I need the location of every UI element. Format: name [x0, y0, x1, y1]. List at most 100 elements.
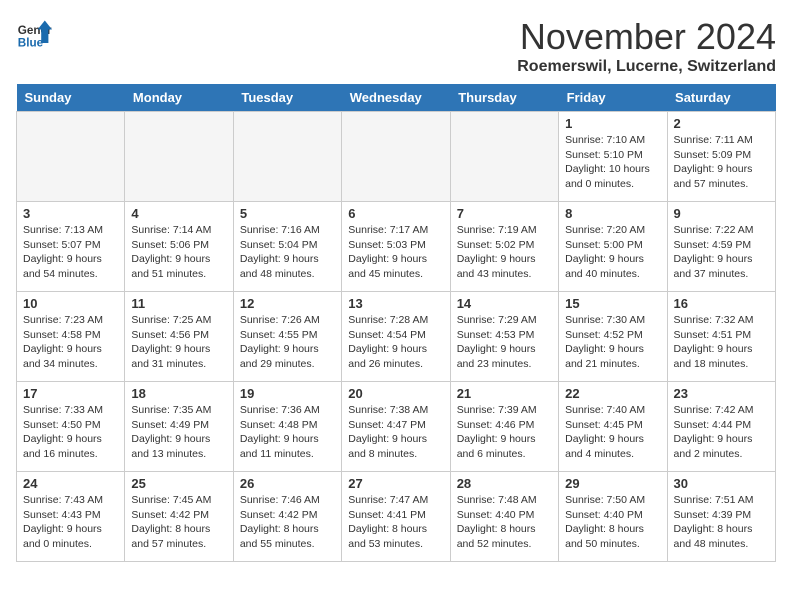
day-info: Sunrise: 7:45 AM Sunset: 4:42 PM Dayligh…	[131, 493, 226, 552]
day-number: 24	[23, 476, 118, 491]
day-number: 6	[348, 206, 443, 221]
day-info: Sunrise: 7:11 AM Sunset: 5:09 PM Dayligh…	[674, 133, 769, 192]
calendar-cell: 20 Sunrise: 7:38 AM Sunset: 4:47 PM Dayli…	[342, 382, 450, 472]
day-info: Sunrise: 7:28 AM Sunset: 4:54 PM Dayligh…	[348, 313, 443, 372]
day-number: 1	[565, 116, 660, 131]
logo: General Blue	[16, 16, 52, 52]
calendar-week-row: 1 Sunrise: 7:10 AM Sunset: 5:10 PM Daylig…	[17, 112, 776, 202]
calendar-cell	[233, 112, 341, 202]
day-number: 19	[240, 386, 335, 401]
calendar-cell: 14 Sunrise: 7:29 AM Sunset: 4:53 PM Dayli…	[450, 292, 558, 382]
weekday-header-thursday: Thursday	[450, 84, 558, 112]
calendar-cell: 16Sunrise: 7:32 AM Sunset: 4:51 PM Dayli…	[667, 292, 775, 382]
day-info: Sunrise: 7:14 AM Sunset: 5:06 PM Dayligh…	[131, 223, 226, 282]
day-info: Sunrise: 7:43 AM Sunset: 4:43 PM Dayligh…	[23, 493, 118, 552]
calendar-cell: 1 Sunrise: 7:10 AM Sunset: 5:10 PM Daylig…	[559, 112, 667, 202]
calendar-week-row: 17 Sunrise: 7:33 AM Sunset: 4:50 PM Dayli…	[17, 382, 776, 472]
day-info: Sunrise: 7:23 AM Sunset: 4:58 PM Dayligh…	[23, 313, 118, 372]
day-info: Sunrise: 7:13 AM Sunset: 5:07 PM Dayligh…	[23, 223, 118, 282]
weekday-header-saturday: Saturday	[667, 84, 775, 112]
day-number: 27	[348, 476, 443, 491]
calendar-cell: 13 Sunrise: 7:28 AM Sunset: 4:54 PM Dayli…	[342, 292, 450, 382]
day-number: 5	[240, 206, 335, 221]
calendar-cell: 9 Sunrise: 7:22 AM Sunset: 4:59 PM Daylig…	[667, 202, 775, 292]
day-number: 7	[457, 206, 552, 221]
svg-text:Blue: Blue	[18, 37, 44, 50]
day-info: Sunrise: 7:22 AM Sunset: 4:59 PM Dayligh…	[674, 223, 769, 282]
calendar-week-row: 3 Sunrise: 7:13 AM Sunset: 5:07 PM Daylig…	[17, 202, 776, 292]
day-info: Sunrise: 7:20 AM Sunset: 5:00 PM Dayligh…	[565, 223, 660, 282]
day-number: 22	[565, 386, 660, 401]
day-number: 13	[348, 296, 443, 311]
day-info: Sunrise: 7:19 AM Sunset: 5:02 PM Dayligh…	[457, 223, 552, 282]
day-info: Sunrise: 7:25 AM Sunset: 4:56 PM Dayligh…	[131, 313, 226, 372]
day-info: Sunrise: 7:33 AM Sunset: 4:50 PM Dayligh…	[23, 403, 118, 462]
month-title: November 2024	[517, 16, 776, 58]
day-info: Sunrise: 7:39 AM Sunset: 4:46 PM Dayligh…	[457, 403, 552, 462]
day-info: Sunrise: 7:30 AM Sunset: 4:52 PM Dayligh…	[565, 313, 660, 372]
day-info: Sunrise: 7:48 AM Sunset: 4:40 PM Dayligh…	[457, 493, 552, 552]
day-info: Sunrise: 7:26 AM Sunset: 4:55 PM Dayligh…	[240, 313, 335, 372]
page-header: General Blue November 2024 Roemerswil, L…	[16, 16, 776, 76]
calendar-cell	[450, 112, 558, 202]
day-number: 9	[674, 206, 769, 221]
day-number: 29	[565, 476, 660, 491]
calendar-cell: 25Sunrise: 7:45 AM Sunset: 4:42 PM Dayli…	[125, 472, 233, 562]
calendar-cell	[125, 112, 233, 202]
location-label: Roemerswil, Lucerne, Switzerland	[517, 58, 776, 76]
day-number: 20	[348, 386, 443, 401]
calendar-cell	[17, 112, 125, 202]
calendar-cell: 5 Sunrise: 7:16 AM Sunset: 5:04 PM Daylig…	[233, 202, 341, 292]
day-info: Sunrise: 7:35 AM Sunset: 4:49 PM Dayligh…	[131, 403, 226, 462]
day-number: 2	[674, 116, 769, 131]
weekday-header-row: SundayMondayTuesdayWednesdayThursdayFrid…	[17, 84, 776, 112]
calendar-cell: 17 Sunrise: 7:33 AM Sunset: 4:50 PM Dayli…	[17, 382, 125, 472]
calendar-cell: 15 Sunrise: 7:30 AM Sunset: 4:52 PM Dayli…	[559, 292, 667, 382]
calendar-cell: 27Sunrise: 7:47 AM Sunset: 4:41 PM Dayli…	[342, 472, 450, 562]
day-info: Sunrise: 7:10 AM Sunset: 5:10 PM Dayligh…	[565, 133, 660, 192]
weekday-header-monday: Monday	[125, 84, 233, 112]
day-info: Sunrise: 7:40 AM Sunset: 4:45 PM Dayligh…	[565, 403, 660, 462]
calendar-cell: 10 Sunrise: 7:23 AM Sunset: 4:58 PM Dayli…	[17, 292, 125, 382]
day-info: Sunrise: 7:32 AM Sunset: 4:51 PM Dayligh…	[674, 313, 769, 372]
day-info: Sunrise: 7:36 AM Sunset: 4:48 PM Dayligh…	[240, 403, 335, 462]
calendar-cell: 23 Sunrise: 7:42 AM Sunset: 4:44 PM Dayli…	[667, 382, 775, 472]
calendar-cell: 26Sunrise: 7:46 AM Sunset: 4:42 PM Dayli…	[233, 472, 341, 562]
calendar-cell: 21 Sunrise: 7:39 AM Sunset: 4:46 PM Dayli…	[450, 382, 558, 472]
day-info: Sunrise: 7:46 AM Sunset: 4:42 PM Dayligh…	[240, 493, 335, 552]
calendar-cell: 18 Sunrise: 7:35 AM Sunset: 4:49 PM Dayli…	[125, 382, 233, 472]
calendar-cell: 29Sunrise: 7:50 AM Sunset: 4:40 PM Dayli…	[559, 472, 667, 562]
day-info: Sunrise: 7:38 AM Sunset: 4:47 PM Dayligh…	[348, 403, 443, 462]
day-number: 18	[131, 386, 226, 401]
weekday-header-sunday: Sunday	[17, 84, 125, 112]
day-number: 3	[23, 206, 118, 221]
calendar-cell	[342, 112, 450, 202]
day-info: Sunrise: 7:29 AM Sunset: 4:53 PM Dayligh…	[457, 313, 552, 372]
day-number: 14	[457, 296, 552, 311]
day-info: Sunrise: 7:17 AM Sunset: 5:03 PM Dayligh…	[348, 223, 443, 282]
calendar-cell: 2 Sunrise: 7:11 AM Sunset: 5:09 PM Daylig…	[667, 112, 775, 202]
calendar-table: SundayMondayTuesdayWednesdayThursdayFrid…	[16, 84, 776, 562]
calendar-cell: 28 Sunrise: 7:48 AM Sunset: 4:40 PM Dayli…	[450, 472, 558, 562]
day-info: Sunrise: 7:51 AM Sunset: 4:39 PM Dayligh…	[674, 493, 769, 552]
calendar-cell: 4 Sunrise: 7:14 AM Sunset: 5:06 PM Daylig…	[125, 202, 233, 292]
day-number: 12	[240, 296, 335, 311]
day-number: 23	[674, 386, 769, 401]
calendar-cell: 11Sunrise: 7:25 AM Sunset: 4:56 PM Dayli…	[125, 292, 233, 382]
calendar-week-row: 10 Sunrise: 7:23 AM Sunset: 4:58 PM Dayli…	[17, 292, 776, 382]
day-number: 28	[457, 476, 552, 491]
calendar-cell: 12 Sunrise: 7:26 AM Sunset: 4:55 PM Dayli…	[233, 292, 341, 382]
logo-icon: General Blue	[16, 16, 52, 52]
day-number: 21	[457, 386, 552, 401]
calendar-cell: 22 Sunrise: 7:40 AM Sunset: 4:45 PM Dayli…	[559, 382, 667, 472]
calendar-cell: 8 Sunrise: 7:20 AM Sunset: 5:00 PM Daylig…	[559, 202, 667, 292]
day-info: Sunrise: 7:16 AM Sunset: 5:04 PM Dayligh…	[240, 223, 335, 282]
day-number: 15	[565, 296, 660, 311]
weekday-header-tuesday: Tuesday	[233, 84, 341, 112]
day-number: 17	[23, 386, 118, 401]
day-number: 4	[131, 206, 226, 221]
day-number: 30	[674, 476, 769, 491]
day-number: 8	[565, 206, 660, 221]
day-number: 10	[23, 296, 118, 311]
day-info: Sunrise: 7:42 AM Sunset: 4:44 PM Dayligh…	[674, 403, 769, 462]
